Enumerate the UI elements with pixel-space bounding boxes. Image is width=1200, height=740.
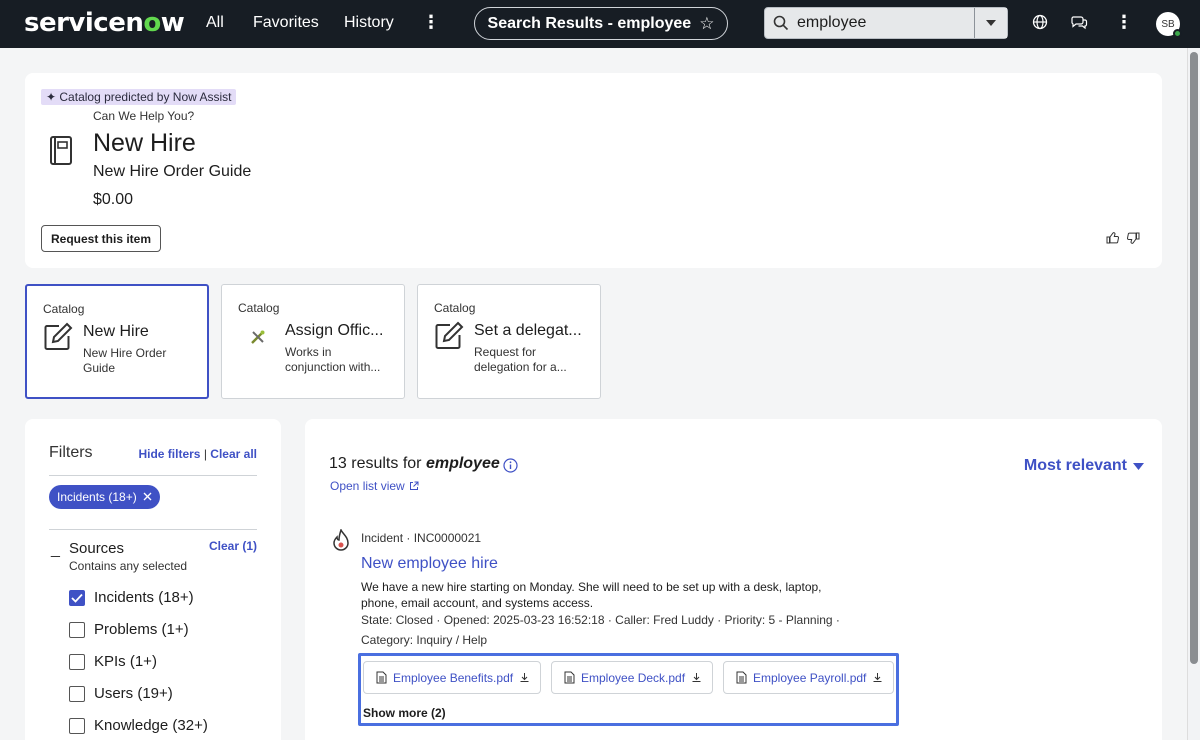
download-icon [873, 673, 882, 682]
thumbs-up-icon[interactable] [1106, 231, 1119, 249]
featured-price: $0.00 [93, 191, 134, 208]
checkbox[interactable] [69, 621, 85, 638]
featured-subtitle: Can We Help You? [93, 109, 195, 123]
document-icon [736, 671, 747, 684]
catalog-card-type: Catalog [238, 301, 280, 315]
catalog-card-new-hire[interactable]: Catalog New Hire New Hire Order Guide [25, 284, 209, 399]
nav-history[interactable]: History [344, 14, 394, 32]
search-scope-dropdown[interactable] [974, 8, 1007, 38]
filters-panel: Filters Hide filters | Clear all Inciden… [25, 419, 281, 740]
collapse-icon[interactable]: _ [51, 541, 60, 559]
page-title: Search Results - employee [487, 14, 692, 32]
catalog-card-set-delegate[interactable]: Catalog Set a delegat... Request for del… [417, 284, 601, 399]
document-icon [376, 671, 387, 684]
featured-description: New Hire Order Guide [93, 163, 252, 180]
chat-icon[interactable] [1071, 14, 1088, 35]
close-icon[interactable] [143, 490, 152, 504]
download-icon [692, 673, 701, 682]
edit-icon [43, 322, 73, 357]
external-link-icon [409, 481, 419, 490]
result-meta: Incident · INC0000021 [361, 531, 482, 545]
sort-dropdown[interactable]: Most relevant [1024, 457, 1144, 475]
star-icon[interactable]: ☆ [699, 14, 714, 34]
global-search [764, 7, 1008, 39]
checkbox[interactable] [69, 717, 85, 734]
thumbs-down-icon[interactable] [1127, 231, 1140, 249]
result-state: State: Closed · Opened: 2025-03-23 16:52… [361, 613, 840, 627]
edit-icon [434, 321, 464, 356]
catalog-card-type: Catalog [43, 302, 85, 316]
attachment-employee-payroll[interactable]: Employee Payroll.pdf [723, 661, 895, 694]
catalog-card-title: Set a delegat... [474, 322, 582, 339]
download-icon [520, 673, 529, 682]
featured-catalog-card: ✦ Catalog predicted by Now Assist Can We… [25, 73, 1162, 268]
hide-filters-link[interactable]: Hide filters [138, 447, 200, 461]
attachment-employee-deck[interactable]: Employee Deck.pdf [551, 661, 714, 694]
filters-title: Filters [49, 444, 93, 461]
caret-down-icon [1133, 462, 1144, 470]
sources-subtitle: Contains any selected [69, 559, 188, 573]
scrollbar[interactable] [1190, 52, 1198, 664]
filter-option-knowledge[interactable]: Knowledge (32+) [69, 717, 208, 734]
filter-option-users[interactable]: Users (19+) [69, 685, 173, 702]
nav-all[interactable]: All [206, 14, 224, 32]
incident-icon [331, 528, 351, 556]
checkbox[interactable] [69, 653, 85, 670]
catalog-card-description: Request for delegation for a... [474, 345, 567, 374]
servicenow-logo[interactable]: servicenow [24, 8, 185, 38]
filter-option-incidents[interactable]: Incidents (18+) [69, 589, 194, 606]
open-list-view-link[interactable]: Open list view [330, 479, 419, 493]
checkbox[interactable] [69, 685, 85, 702]
book-icon [49, 136, 73, 171]
results-panel: 13 results for employee Open list view M… [305, 419, 1162, 740]
result-title-link[interactable]: New employee hire [361, 555, 498, 573]
now-assist-badge: ✦ Catalog predicted by Now Assist [41, 89, 237, 105]
top-navigation: servicenow All Favorites History ⋮ Searc… [0, 0, 1200, 48]
overflow-menu-icon[interactable]: ⋮ [1115, 12, 1133, 33]
clear-all-link[interactable]: Clear all [210, 447, 257, 461]
document-icon [564, 671, 575, 684]
result-category: Category: Inquiry / Help [361, 633, 488, 647]
sources-title: Sources [69, 540, 125, 557]
search-icon [765, 15, 797, 31]
catalog-card-type: Catalog [434, 301, 476, 315]
request-item-button[interactable]: Request this item [41, 225, 162, 252]
info-icon[interactable] [503, 458, 518, 478]
catalog-card-description: Works in conjunction with... [285, 345, 381, 374]
tools-icon [250, 329, 266, 350]
catalog-card-title: New Hire [83, 323, 149, 340]
nav-favorites[interactable]: Favorites [253, 14, 319, 32]
result-description: We have a new hire starting on Monday. S… [361, 580, 822, 610]
avatar[interactable]: SB [1156, 12, 1182, 38]
search-input[interactable] [797, 14, 969, 32]
attachments-group: Employee Benefits.pdf Employee Deck.pdf … [358, 653, 899, 726]
results-count: 13 results for employee [329, 455, 500, 472]
chevron-down-icon [986, 20, 996, 26]
catalog-card-assign-office[interactable]: Catalog Assign Offic... Works in conjunc… [221, 284, 405, 399]
filter-links-separator: | [203, 447, 207, 461]
page-title-pill[interactable]: Search Results - employee ☆ [474, 7, 728, 40]
sources-clear-link[interactable]: Clear (1) [209, 539, 257, 553]
checkbox-checked[interactable] [69, 589, 85, 606]
featured-title[interactable]: New Hire [93, 129, 196, 158]
filter-option-problems[interactable]: Problems (1+) [69, 621, 189, 638]
catalog-card-title: Assign Offic... [285, 322, 384, 339]
filter-option-kpis[interactable]: KPIs (1+) [69, 653, 157, 670]
presence-indicator [1173, 29, 1182, 38]
check-icon [71, 593, 83, 603]
more-menu-icon[interactable]: ⋮ [422, 12, 440, 33]
divider [49, 529, 257, 530]
divider [49, 475, 257, 476]
active-filter-chip[interactable]: Incidents (18+) [49, 485, 160, 509]
catalog-card-description: New Hire Order Guide [83, 346, 167, 375]
attachment-employee-benefits[interactable]: Employee Benefits.pdf [363, 661, 542, 694]
globe-icon[interactable] [1032, 14, 1048, 35]
show-more-link[interactable]: Show more (2) [363, 706, 446, 720]
